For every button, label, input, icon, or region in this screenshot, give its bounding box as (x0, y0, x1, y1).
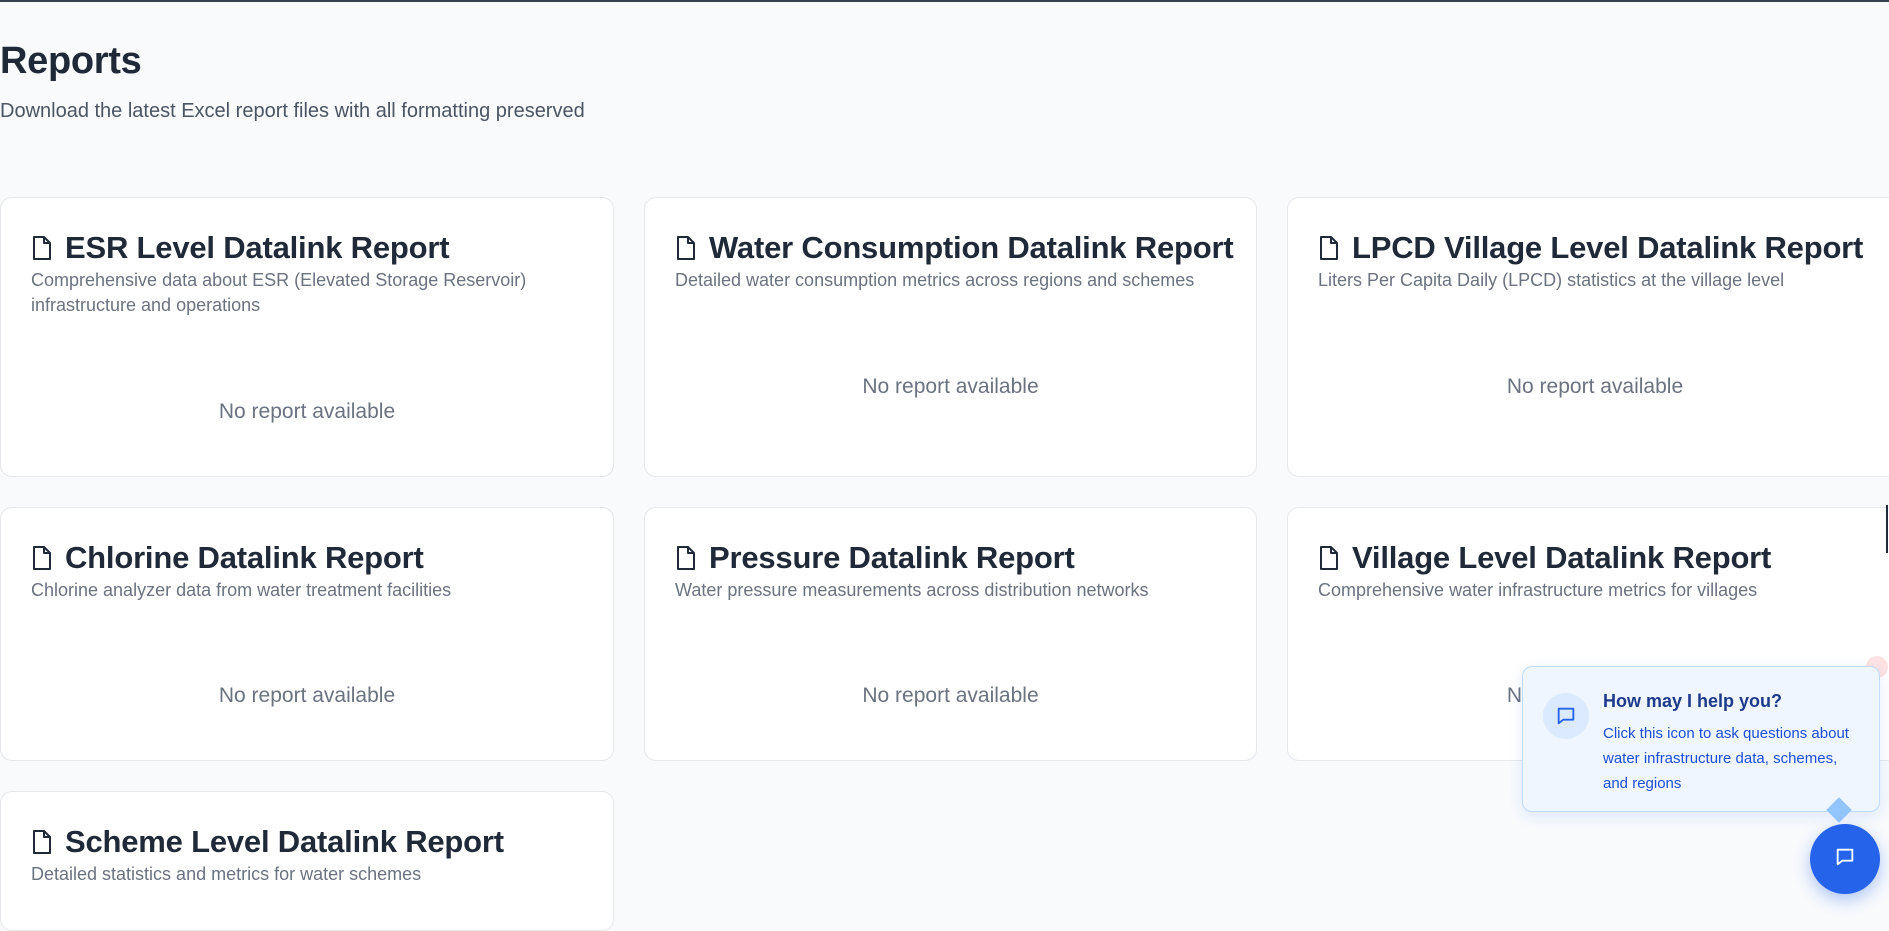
report-title-text: ESR Level Datalink Report (65, 230, 450, 265)
assistant-tooltip-text: Click this icon to ask questions about w… (1603, 725, 1849, 792)
file-icon (675, 235, 697, 261)
scroll-edge-indicator (1886, 505, 1888, 553)
report-status: No report available (862, 375, 1039, 398)
report-description: Chlorine analyzer data from water treatm… (31, 580, 452, 600)
report-status: No report available (218, 684, 396, 707)
file-icon (1318, 545, 1340, 571)
top-border (0, 0, 1889, 2)
report-card-scheme-level[interactable]: Scheme Level Datalink Report Detailed st… (0, 791, 614, 931)
report-card-pressure[interactable]: Pressure Datalink Report Water pressure … (644, 507, 1257, 761)
report-description: Comprehensive data about ESR (Elevated S… (31, 270, 527, 315)
chat-icon (1543, 693, 1589, 739)
page-title: Reports (0, 40, 142, 82)
page-subtitle: Download the latest Excel report files w… (0, 100, 585, 122)
chat-icon (1834, 846, 1856, 873)
report-status: No report available (218, 400, 396, 423)
report-title-text: Water Consumption Datalink Report (709, 230, 1234, 265)
report-description: Comprehensive water infrastructure metri… (1318, 580, 1758, 600)
report-status: No report available (1506, 375, 1684, 398)
report-card-title: Pressure Datalink Report (675, 540, 1075, 576)
report-description: Water pressure measurements across distr… (675, 580, 1149, 600)
file-icon (31, 235, 53, 261)
report-title-text: Chlorine Datalink Report (65, 540, 424, 575)
report-status: No report available (862, 684, 1039, 707)
assistant-tooltip: How may I help you? Click this icon to a… (1522, 666, 1880, 812)
file-icon (1318, 235, 1340, 261)
report-card-chlorine[interactable]: Chlorine Datalink Report Chlorine analyz… (0, 507, 614, 761)
report-title-text: Village Level Datalink Report (1352, 540, 1772, 575)
report-card-title: Village Level Datalink Report (1318, 540, 1771, 576)
report-card-title: Chlorine Datalink Report (31, 540, 424, 576)
report-title-text: Scheme Level Datalink Report (65, 824, 504, 859)
file-icon (31, 545, 53, 571)
report-card-esr[interactable]: ESR Level Datalink Report Comprehensive … (0, 197, 614, 477)
assistant-tooltip-title: How may I help you? (1603, 691, 1783, 711)
report-title-text: Pressure Datalink Report (709, 540, 1075, 575)
report-title-text: LPCD Village Level Datalink Report (1352, 230, 1864, 265)
report-description: Liters Per Capita Daily (LPCD) statistic… (1318, 270, 1785, 290)
report-description: Detailed water consumption metrics acros… (675, 270, 1195, 290)
report-card-lpcd-village[interactable]: LPCD Village Level Datalink Report Liter… (1287, 197, 1889, 477)
report-card-water-consumption[interactable]: Water Consumption Datalink Report Detail… (644, 197, 1257, 477)
file-icon (675, 545, 697, 571)
file-icon (31, 829, 53, 855)
chat-assistant-button[interactable] (1810, 824, 1880, 894)
report-card-title: LPCD Village Level Datalink Report (1318, 230, 1863, 266)
report-card-title: Water Consumption Datalink Report (675, 230, 1234, 266)
report-card-title: Scheme Level Datalink Report (31, 824, 504, 860)
report-description: Detailed statistics and metrics for wate… (31, 864, 422, 884)
report-card-title: ESR Level Datalink Report (31, 230, 450, 266)
